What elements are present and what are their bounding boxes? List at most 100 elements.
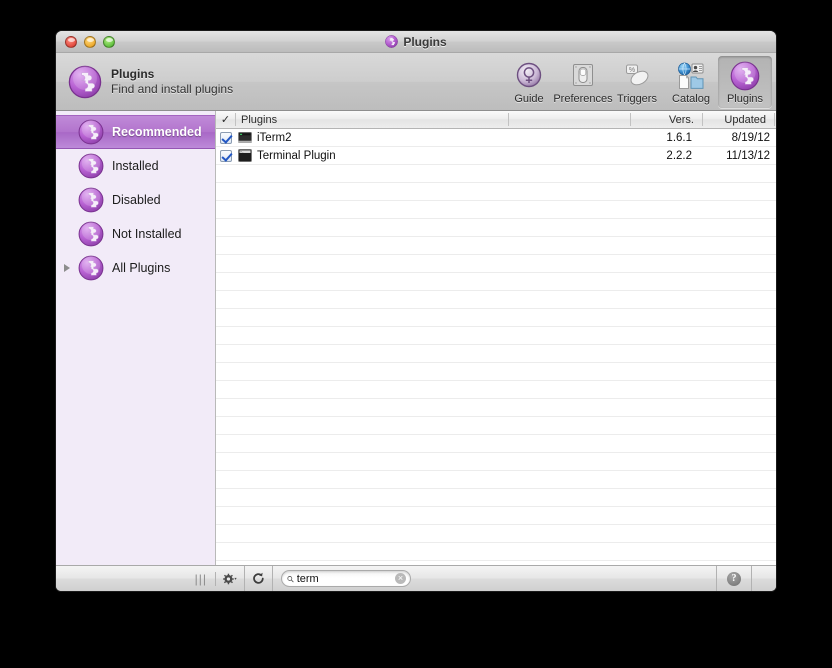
empty-table-row [216, 165, 776, 183]
empty-rows-area [216, 165, 776, 565]
window-body: Recommended Installed Disabled Not Insta… [56, 111, 776, 565]
row-checkbox-cell[interactable] [216, 149, 235, 162]
column-header-end [774, 111, 776, 128]
toolbar-heading: Plugins [111, 66, 155, 81]
empty-table-row [216, 201, 776, 219]
minimize-button[interactable] [84, 35, 96, 48]
plugins-window: Plugins Plugins Find and install plugins… [56, 31, 776, 591]
toolbar-button-label: Guide [514, 92, 544, 105]
sidebar-item-label: All Plugins [112, 261, 171, 275]
iterm2-terminal-icon [235, 131, 255, 144]
checkbox-icon[interactable] [219, 131, 232, 144]
puzzle-icon [78, 153, 104, 179]
toolbar-buttons: Guide Preferences % Triggers Catalog Plu… [502, 55, 772, 108]
row-name: iTerm2 [257, 131, 292, 144]
row-version: 1.6.1 [666, 131, 692, 144]
toolbar-button-preferences[interactable]: Preferences [553, 56, 613, 108]
sidebar-item-disabled[interactable]: Disabled [56, 183, 215, 217]
clear-search-icon[interactable]: × [395, 573, 406, 584]
window-controls [65, 35, 115, 48]
action-gear-button[interactable] [216, 566, 245, 591]
puzzle-icon [78, 187, 104, 213]
disclosure-triangle-icon[interactable] [64, 264, 70, 272]
empty-table-row [216, 525, 776, 543]
sidebar-item-label: Not Installed [112, 227, 182, 241]
table-row[interactable]: iTerm2 1.6.1 8/19/12 [216, 129, 776, 147]
toolbar-button-label: Triggers [617, 92, 657, 105]
column-header-updated[interactable]: Updated [702, 111, 774, 128]
help-button[interactable]: ? [716, 566, 752, 591]
empty-table-row [216, 489, 776, 507]
table-row[interactable]: >_ Terminal Plugin 2.2.2 11/13/12 [216, 147, 776, 165]
empty-table-row [216, 327, 776, 345]
toolbar-button-triggers[interactable]: % Triggers [610, 56, 664, 108]
search-input[interactable] [296, 572, 392, 585]
guide-icon [514, 61, 544, 91]
row-version: 2.2.2 [666, 149, 692, 162]
empty-table-row [216, 381, 776, 399]
toolbar-identity: Plugins Find and install plugins [68, 65, 233, 99]
checkbox-icon[interactable] [219, 149, 232, 162]
window-titlebar[interactable]: Plugins [56, 31, 776, 53]
column-header-version[interactable]: Vers. [630, 111, 702, 128]
plugins-table: ✓ Plugins Vers. Updated iTerm2 1.6.1 8/1… [216, 111, 776, 565]
bottom-toolbar: ||| term × ? [56, 565, 776, 591]
toolbar-button-label: Catalog [672, 92, 710, 105]
row-checkbox-cell[interactable] [216, 131, 235, 144]
toolbar-button-guide[interactable]: Guide [502, 56, 556, 108]
sidebar-item-label: Recommended [112, 125, 202, 139]
gear-icon [223, 573, 237, 584]
column-header-spacer [508, 111, 630, 128]
empty-table-row [216, 453, 776, 471]
close-button[interactable] [65, 35, 77, 48]
empty-table-row [216, 255, 776, 273]
help-icon: ? [727, 571, 741, 586]
empty-table-row [216, 345, 776, 363]
row-updated: 11/13/12 [726, 149, 770, 162]
empty-table-row [216, 183, 776, 201]
row-updated: 8/19/12 [731, 131, 770, 144]
sidebar-resize-grip[interactable]: ||| [56, 571, 216, 586]
sidebar: Recommended Installed Disabled Not Insta… [56, 111, 216, 565]
catalog-icon [676, 61, 706, 91]
empty-table-row [216, 561, 776, 565]
toolbar-button-catalog[interactable]: Catalog [664, 56, 718, 108]
toolbar-title-block: Plugins Find and install plugins [111, 67, 233, 97]
column-header-name[interactable]: Plugins [235, 111, 508, 128]
svg-text:%: % [629, 67, 635, 74]
sidebar-item-label: Installed [112, 159, 159, 173]
empty-table-row [216, 309, 776, 327]
sidebar-item-label: Disabled [112, 193, 161, 207]
table-body: iTerm2 1.6.1 8/19/12 >_ Terminal Plugin … [216, 129, 776, 565]
empty-table-row [216, 363, 776, 381]
row-name: Terminal Plugin [257, 149, 336, 162]
column-header-checkbox[interactable]: ✓ [216, 111, 235, 128]
window-resize-grip[interactable] [752, 566, 776, 591]
puzzle-icon [78, 119, 104, 145]
puzzle-icon [78, 221, 104, 247]
puzzle-icon [78, 255, 104, 281]
empty-table-row [216, 291, 776, 309]
toolbar-button-plugins[interactable]: Plugins [718, 55, 772, 108]
toolbar-button-label: Preferences [553, 92, 613, 105]
sidebar-item-recommended[interactable]: Recommended [56, 115, 215, 149]
search-field[interactable]: × [281, 570, 411, 587]
window-title: Plugins [403, 34, 447, 49]
preferences-icon [568, 61, 598, 91]
empty-table-row [216, 507, 776, 525]
sidebar-item-all-plugins[interactable]: All Plugins [56, 251, 215, 285]
triggers-icon: % [622, 61, 652, 91]
svg-text:>_: >_ [240, 150, 244, 154]
sidebar-item-not-installed[interactable]: Not Installed [56, 217, 215, 251]
refresh-button[interactable] [245, 566, 273, 591]
window-title-group: Plugins [56, 31, 776, 52]
table-header-row: ✓ Plugins Vers. Updated [216, 111, 776, 129]
empty-table-row [216, 471, 776, 489]
sidebar-item-installed[interactable]: Installed [56, 149, 215, 183]
empty-table-row [216, 399, 776, 417]
toolbar-subheading: Find and install plugins [111, 81, 234, 96]
zoom-button[interactable] [103, 35, 115, 48]
refresh-icon [253, 572, 264, 584]
empty-table-row [216, 273, 776, 291]
empty-table-row [216, 435, 776, 453]
